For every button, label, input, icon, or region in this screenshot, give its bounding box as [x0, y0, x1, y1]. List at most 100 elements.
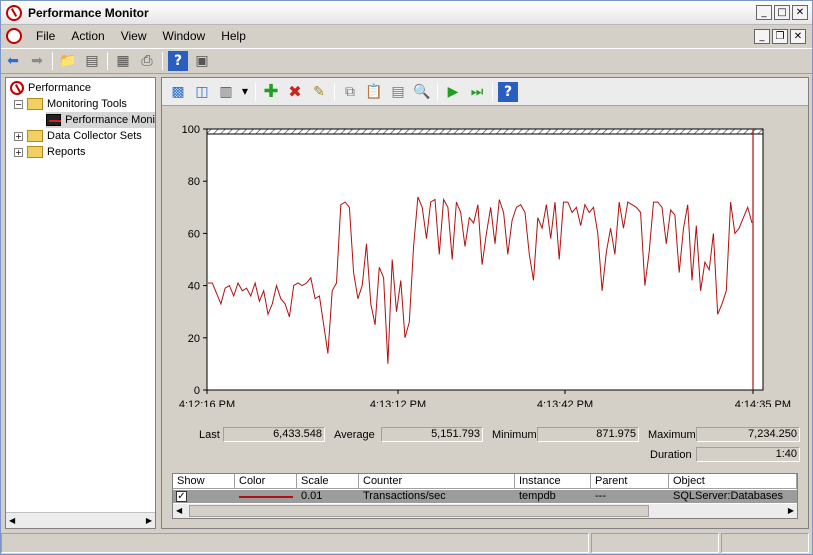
child-restore-button[interactable]: ❐	[772, 29, 788, 44]
column-header-object[interactable]: Object	[669, 474, 797, 489]
duration-value: 1:40	[696, 447, 800, 462]
add-counter-icon[interactable]: ✚	[261, 81, 281, 102]
highlight-icon[interactable]: ✎	[309, 82, 329, 102]
expand-icon[interactable]: +	[14, 131, 23, 141]
performance-monitor-window: Performance Monitor _ □ ✕ File Action Vi…	[0, 0, 813, 555]
update-data-icon[interactable]: ⏭	[467, 82, 487, 102]
back-arrow-icon[interactable]: ⬅	[3, 51, 23, 71]
tree-horizontal-scrollbar[interactable]: ◀ ▶	[6, 512, 155, 528]
unfreeze-display-icon[interactable]: ▶	[443, 82, 463, 102]
scroll-right-icon[interactable]: ▶	[146, 516, 152, 525]
y-tick-label: 80	[188, 176, 200, 188]
counter-row[interactable]: ✓ 0.01 Transactions/sec tempdb --- SQLSe…	[173, 490, 797, 503]
menu-action[interactable]: Action	[63, 29, 112, 43]
scroll-thumb[interactable]	[189, 505, 649, 517]
average-value: 5,151.793	[381, 427, 483, 442]
column-header-counter[interactable]: Counter	[359, 474, 515, 489]
scroll-left-icon[interactable]: ◀	[176, 506, 182, 515]
copy-properties-icon[interactable]: ⧉	[340, 82, 360, 102]
instance-cell: tempdb	[519, 490, 556, 502]
window-title: Performance Monitor	[28, 5, 149, 20]
tree-item-data-collector-sets[interactable]: + Data Collector Sets	[14, 128, 142, 144]
view-log-data-icon[interactable]: ◫	[192, 82, 212, 102]
maximum-label: Maximum	[648, 429, 696, 441]
change-graph-type-icon[interactable]: ▥	[216, 82, 236, 102]
counter-list-scrollbar[interactable]: ◀ ▶	[173, 504, 797, 518]
up-folder-icon[interactable]: 📁	[58, 51, 78, 71]
column-header-scale[interactable]: Scale	[297, 474, 359, 489]
tree-item-reports[interactable]: + Reports	[14, 144, 86, 160]
title-bar: Performance Monitor _ □ ✕	[1, 1, 812, 25]
zoom-icon[interactable]: 🔍	[412, 82, 432, 102]
counter-cell: Transactions/sec	[363, 490, 446, 502]
line-chart: 100 80 60 40 20 0 4:12:16 PM 4:13:12 PM 4:13:42 …	[179, 124, 791, 407]
print-icon[interactable]: ⎙	[137, 51, 157, 71]
column-header-parent[interactable]: Parent	[591, 474, 669, 489]
scroll-left-icon[interactable]: ◀	[9, 516, 15, 525]
view-current-activity-icon[interactable]: ▩	[168, 82, 188, 102]
menu-bar: File Action View Window Help	[1, 25, 812, 47]
minimum-value: 871.975	[537, 427, 639, 442]
status-pane-main	[1, 533, 589, 553]
last-label: Last	[199, 429, 220, 441]
y-tick-label: 20	[188, 333, 200, 345]
main-toolbar: ⬅ ➡ 📁 ▤ ▦ ⎙ ? ▣	[1, 48, 812, 74]
help-icon[interactable]: ?	[498, 81, 518, 102]
scroll-right-icon[interactable]: ▶	[788, 506, 794, 515]
checkmark-icon: ✓	[176, 491, 187, 502]
tree-item-monitoring-tools[interactable]: − Monitoring Tools	[14, 96, 127, 112]
menu-window[interactable]: Window	[155, 29, 214, 43]
parent-cell: ---	[595, 490, 606, 502]
paste-counter-list-icon[interactable]: 📋	[364, 82, 384, 102]
folder-icon	[27, 130, 43, 142]
system-menu-icon[interactable]	[6, 28, 22, 44]
help-icon[interactable]: ?	[168, 51, 188, 71]
status-pane-3	[721, 533, 809, 553]
chevron-down-icon[interactable]: ▼	[240, 82, 250, 102]
performance-monitor-pane: ▩ ◫ ▥ ▼ ✚ ✖ ✎ ⧉ 📋 ▤ 🔍 ▶ ⏭ ? 100 80 60 40…	[161, 77, 809, 529]
show-checkbox[interactable]: ✓	[176, 490, 187, 503]
folder-icon	[27, 146, 43, 158]
expand-icon[interactable]: +	[14, 147, 23, 157]
properties-icon[interactable]: ▣	[192, 51, 212, 71]
column-header-show[interactable]: Show	[173, 474, 235, 489]
perfmon-icon	[10, 81, 24, 95]
show-hide-tree-icon[interactable]: ▤	[82, 51, 102, 71]
plot-area	[206, 128, 764, 391]
color-swatch	[239, 490, 293, 503]
column-header-instance[interactable]: Instance	[515, 474, 591, 489]
column-header-color[interactable]: Color	[235, 474, 297, 489]
folder-icon	[27, 98, 43, 110]
y-tick-label: 0	[194, 385, 200, 397]
scale-cell: 0.01	[301, 490, 323, 502]
x-tick-label: 4:14:35 PM	[735, 399, 791, 407]
average-label: Average	[334, 429, 375, 441]
menu-file[interactable]: File	[28, 29, 63, 43]
close-button[interactable]: ✕	[792, 5, 808, 20]
minimize-button[interactable]: _	[756, 5, 772, 20]
tree-item-performance[interactable]: Performance	[10, 80, 91, 96]
menu-view[interactable]: View	[113, 29, 155, 43]
maximize-button[interactable]: □	[774, 5, 790, 20]
hatched-top-band	[206, 128, 764, 135]
tree-item-performance-monitor[interactable]: Performance Moni	[46, 112, 155, 128]
counter-list: Show Color Scale Counter Instance Parent…	[172, 473, 798, 519]
x-tick-label: 4:13:42 PM	[537, 399, 593, 407]
status-bar	[1, 532, 812, 554]
graph-toolbar: ▩ ◫ ▥ ▼ ✚ ✖ ✎ ⧉ 📋 ▤ 🔍 ▶ ⏭ ?	[162, 78, 808, 106]
forward-arrow-icon[interactable]: ➡	[27, 51, 47, 71]
y-tick-label: 60	[188, 228, 200, 240]
graph-area: 100 80 60 40 20 0 4:12:16 PM 4:13:12 PM 4:13:42 …	[162, 107, 808, 528]
menu-help[interactable]: Help	[213, 29, 254, 43]
child-close-button[interactable]: ✕	[790, 29, 806, 44]
delete-counter-icon[interactable]: ✖	[285, 82, 305, 102]
collapse-icon[interactable]: −	[14, 99, 23, 109]
x-tick-label: 4:12:16 PM	[179, 399, 235, 407]
last-value: 6,433.548	[223, 427, 325, 442]
child-minimize-button[interactable]: _	[754, 29, 770, 44]
properties-icon[interactable]: ▤	[388, 82, 408, 102]
y-tick-label: 100	[182, 124, 200, 136]
export-list-icon[interactable]: ▦	[113, 51, 133, 71]
navigation-tree: Performance − Monitoring Tools Performan…	[5, 77, 156, 529]
x-tick-label: 4:13:12 PM	[370, 399, 426, 407]
